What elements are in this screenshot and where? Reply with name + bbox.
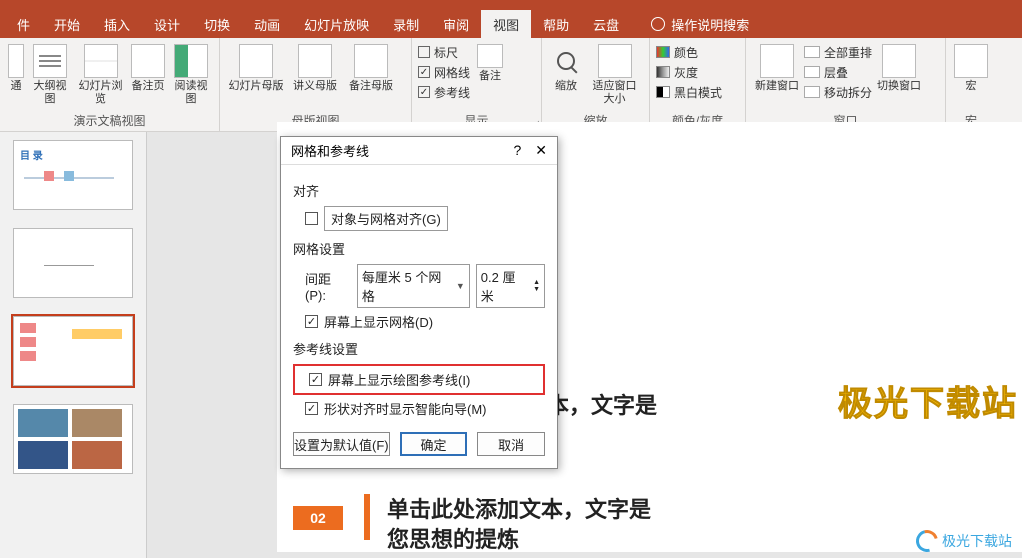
tab-slideshow[interactable]: 幻灯片放映: [292, 10, 381, 38]
btn-grayscale[interactable]: 灰度: [656, 62, 722, 82]
color-icon: [656, 46, 670, 58]
slide-thumbnails[interactable]: 目 录: [0, 132, 147, 558]
btn-set-default[interactable]: 设置为默认值(F): [293, 432, 390, 456]
bulb-icon: [651, 17, 665, 31]
slide-text-2a: 单击此处添加文本，文字是: [387, 492, 651, 524]
btn-color[interactable]: 颜色: [656, 42, 722, 62]
lbl-snap-to-grid[interactable]: 对象与网格对齐(G): [324, 206, 448, 231]
btn-normal-view[interactable]: 通: [6, 42, 26, 95]
thumb-2[interactable]: [13, 228, 133, 298]
section-align: 对齐: [293, 181, 545, 200]
btn-fit-window[interactable]: 适应窗口大小: [586, 42, 643, 108]
tab-insert[interactable]: 插入: [92, 10, 142, 38]
grayscale-icon: [656, 66, 670, 78]
btn-ok[interactable]: 确定: [400, 432, 468, 456]
cascade-icon: [804, 66, 820, 78]
btn-slide-master[interactable]: 幻灯片母版: [226, 42, 286, 95]
thumb-3[interactable]: [13, 316, 133, 386]
dialog-title-text: 网格和参考线: [291, 141, 369, 160]
tab-review[interactable]: 审阅: [431, 10, 481, 38]
tab-recording[interactable]: 录制: [381, 10, 431, 38]
ribbon: 通 大纲视图 幻灯片浏览 备注页 阅读视图 演示文稿视图 幻灯片母版 讲义母版 …: [0, 38, 1022, 132]
bw-icon: [656, 86, 670, 98]
tab-home[interactable]: 开始: [42, 10, 92, 38]
tab-view[interactable]: 视图: [481, 10, 531, 38]
checkbox-icon: ✓: [418, 66, 430, 78]
tab-design[interactable]: 设计: [142, 10, 192, 38]
tab-help[interactable]: 帮助: [531, 10, 581, 38]
btn-notes[interactable]: 备注: [472, 42, 508, 85]
slide-text-2b: 您思想的提炼: [387, 522, 519, 554]
chk-gridlines[interactable]: ✓网格线: [418, 62, 470, 82]
btn-reading-view[interactable]: 阅读视图: [169, 42, 213, 108]
tell-me-search[interactable]: 操作说明搜索: [651, 15, 749, 34]
split-icon: [804, 86, 820, 98]
spinner-arrows-icon: ▲▼: [533, 279, 540, 293]
spacing-combo[interactable]: 每厘米 5 个网格▼: [357, 264, 470, 308]
orange-accent-bar-2: [364, 494, 370, 540]
arrange-icon: [804, 46, 820, 58]
dialog-titlebar[interactable]: 网格和参考线 ? ✕: [281, 137, 557, 165]
chk-smart-guides[interactable]: ✓: [305, 402, 318, 415]
btn-blackwhite[interactable]: 黑白模式: [656, 82, 722, 102]
slide-text-1a: 本，文字是: [547, 388, 657, 420]
spacing-label: 间距(P):: [305, 269, 351, 303]
btn-notes-master[interactable]: 备注母版: [344, 42, 398, 95]
btn-new-window[interactable]: 新建窗口: [752, 42, 802, 95]
btn-zoom[interactable]: 缩放: [548, 42, 584, 95]
btn-macros[interactable]: 宏: [952, 42, 990, 95]
grid-and-guides-dialog: 网格和参考线 ? ✕ 对齐 对象与网格对齐(G) 网格设置 间距(P): 每厘米…: [280, 136, 558, 469]
section-guides: 参考线设置: [293, 339, 545, 358]
chk-snap-to-grid[interactable]: [305, 212, 318, 225]
btn-arrange-all[interactable]: 全部重排: [804, 42, 872, 62]
tab-cloud[interactable]: 云盘: [581, 10, 631, 38]
ribbon-tabs: 件 开始 插入 设计 切换 动画 幻灯片放映 录制 审阅 视图 帮助 云盘 操作…: [0, 10, 1022, 38]
section-number-2: 02: [293, 506, 343, 530]
magnifier-icon: [557, 52, 575, 70]
tab-transitions[interactable]: 切换: [192, 10, 242, 38]
thumb-4[interactable]: [13, 404, 133, 474]
tab-file[interactable]: 件: [5, 10, 42, 38]
checkbox-icon: [418, 46, 430, 58]
btn-move-split[interactable]: 移动拆分: [804, 82, 872, 102]
spacing-value-spinner[interactable]: 0.2 厘米▲▼: [476, 264, 545, 308]
btn-cascade[interactable]: 层叠: [804, 62, 872, 82]
btn-notes-page[interactable]: 备注页: [129, 42, 167, 95]
title-bar: [0, 0, 1022, 10]
section-grid: 网格设置: [293, 239, 545, 258]
btn-slide-sorter[interactable]: 幻灯片浏览: [74, 42, 127, 108]
tell-me-label: 操作说明搜索: [671, 15, 749, 34]
thumb-1[interactable]: 目 录: [13, 140, 133, 210]
chk-display-drawing-guides[interactable]: ✓: [309, 373, 322, 386]
btn-cancel[interactable]: 取消: [477, 432, 545, 456]
checkbox-icon: ✓: [418, 86, 430, 98]
btn-outline-view[interactable]: 大纲视图: [28, 42, 72, 108]
chk-display-grid[interactable]: ✓: [305, 315, 318, 328]
tab-animations[interactable]: 动画: [242, 10, 292, 38]
chevron-down-icon: ▼: [456, 281, 465, 291]
lbl-display-grid: 屏幕上显示网格(D): [324, 312, 433, 331]
highlight-annotation: ✓ 屏幕上显示绘图参考线(I): [293, 364, 545, 395]
dialog-help-button[interactable]: ?: [513, 142, 521, 159]
chk-ruler[interactable]: 标尺: [418, 42, 470, 62]
chk-guides[interactable]: ✓参考线: [418, 82, 470, 102]
btn-handout-master[interactable]: 讲义母版: [288, 42, 342, 95]
lbl-display-drawing-guides: 屏幕上显示绘图参考线(I): [328, 370, 470, 389]
slide-editor[interactable]: 01 本，文字是 思思想的提炼 02 单击此处添加文本，文字是 您思想的提炼: [147, 132, 1022, 558]
lbl-smart-guides: 形状对齐时显示智能向导(M): [324, 399, 487, 418]
dialog-close-button[interactable]: ✕: [535, 142, 547, 159]
btn-switch-windows[interactable]: 切换窗口: [874, 42, 924, 95]
group-label-presentation-views: 演示文稿视图: [6, 110, 213, 131]
